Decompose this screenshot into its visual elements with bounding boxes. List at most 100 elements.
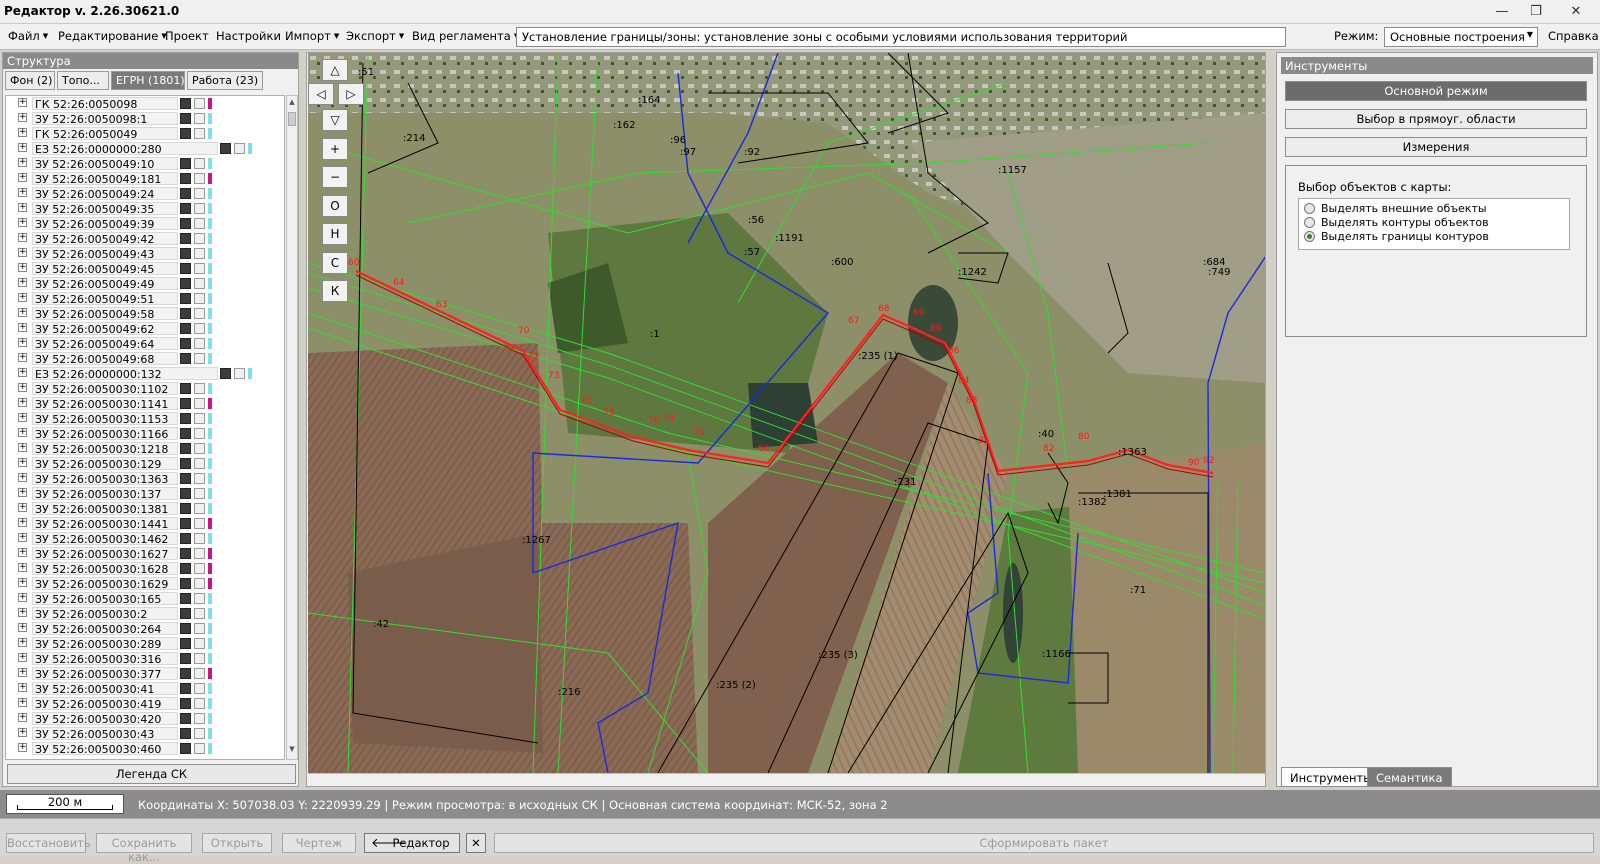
visibility-toggle[interactable] [194,203,205,214]
visibility-toggle[interactable] [194,563,205,574]
expand-icon[interactable]: + [18,503,27,512]
expand-icon[interactable]: + [18,608,27,617]
tree-item[interactable]: + ЗУ 52:26:0050030:264 [6,621,284,636]
visibility-toggle[interactable] [194,173,205,184]
radio-external-objects[interactable]: Выделять внешние объекты [1299,202,1569,216]
layer-fill-icon[interactable] [180,593,191,604]
layer-fill-icon[interactable] [180,503,191,514]
visibility-toggle[interactable] [194,278,205,289]
tree-item[interactable]: + ЗУ 52:26:0050030:1629 [6,576,284,591]
expand-icon[interactable]: + [18,188,27,197]
expand-icon[interactable]: + [18,473,27,482]
tree-item[interactable]: + ЗУ 52:26:0050030:1381 [6,501,284,516]
tree-item[interactable]: + ЗУ 52:26:0050030:1166 [6,426,284,441]
layer-fill-icon[interactable] [180,458,191,469]
drawing-button[interactable]: Чертеж [282,833,356,853]
scroll-down-icon[interactable]: ▼ [287,745,297,757]
close-editor-icon[interactable]: ✕ [466,833,486,853]
minimize-button[interactable]: — [1488,2,1516,22]
expand-icon[interactable]: + [18,218,27,227]
zoom-out-button[interactable]: − [322,166,348,188]
expand-icon[interactable]: + [18,203,27,212]
visibility-toggle[interactable] [194,668,205,679]
scroll-thumb[interactable] [288,112,296,126]
tree-item[interactable]: + ЗУ 52:26:0050030:2 [6,606,284,621]
layer-fill-icon[interactable] [180,743,191,754]
visibility-toggle[interactable] [194,113,205,124]
restore-button[interactable]: ❐ [1522,2,1550,22]
visibility-toggle[interactable] [194,488,205,499]
pan-down-button[interactable]: ▽ [322,109,348,131]
visibility-toggle[interactable] [194,728,205,739]
layer-fill-icon[interactable] [180,623,191,634]
tree-item[interactable]: + ЗУ 52:26:0050030:460 [6,741,284,756]
layer-fill-icon[interactable] [180,173,191,184]
tree-item[interactable]: + ЗУ 52:26:0050030:1628 [6,561,284,576]
visibility-toggle[interactable] [194,593,205,604]
open-button[interactable]: Открыть [202,833,272,853]
layer-fill-icon[interactable] [180,548,191,559]
expand-icon[interactable]: + [18,548,27,557]
layer-fill-icon[interactable] [180,278,191,289]
expand-icon[interactable]: + [18,158,27,167]
scroll-up-icon[interactable]: ▲ [287,98,297,110]
tree-item[interactable]: + ЗУ 52:26:0050030:137 [6,486,284,501]
layer-fill-icon[interactable] [180,563,191,574]
visibility-toggle[interactable] [194,473,205,484]
expand-icon[interactable]: + [18,308,27,317]
expand-icon[interactable]: + [18,293,27,302]
expand-icon[interactable]: + [18,653,27,662]
layer-fill-icon[interactable] [180,578,191,589]
layer-fill-icon[interactable] [180,668,191,679]
tree-item[interactable]: + ЗУ 52:26:0050049:181 [6,171,284,186]
layer-fill-icon[interactable] [180,638,191,649]
visibility-toggle[interactable] [194,458,205,469]
visibility-toggle[interactable] [194,548,205,559]
menu-regulation-type[interactable]: Вид регламента▼ [412,29,519,43]
expand-icon[interactable]: + [18,428,27,437]
expand-icon[interactable]: + [18,278,27,287]
tree-item[interactable]: + ЗУ 52:26:0050049:39 [6,216,284,231]
tab-topo[interactable]: Топо... [57,71,109,90]
visibility-toggle[interactable] [234,143,245,154]
tree-item[interactable]: + ЗУ 52:26:0050098:1 [6,111,284,126]
layer-fill-icon[interactable] [180,128,191,139]
tab-background[interactable]: Фон (2) [5,71,55,90]
expand-icon[interactable]: + [18,413,27,422]
pan-up-button[interactable]: △ [322,59,348,81]
expand-icon[interactable]: + [18,113,27,122]
tab-semantics[interactable]: Семантика [1367,767,1452,787]
expand-icon[interactable]: + [18,683,27,692]
visibility-toggle[interactable] [194,623,205,634]
layer-fill-icon[interactable] [220,368,231,379]
expand-icon[interactable]: + [18,98,27,107]
expand-icon[interactable]: + [18,638,27,647]
tree-item[interactable]: + ЗУ 52:26:0050030:420 [6,711,284,726]
expand-icon[interactable]: + [18,518,27,527]
layer-fill-icon[interactable] [180,653,191,664]
nav-h-button[interactable]: Н [322,223,348,245]
expand-icon[interactable]: + [18,233,27,242]
tree-item[interactable]: + ГК 52:26:0050049 [6,126,284,141]
expand-icon[interactable]: + [18,128,27,137]
visibility-toggle[interactable] [194,503,205,514]
layer-fill-icon[interactable] [180,218,191,229]
expand-icon[interactable]: + [18,563,27,572]
pan-right-button[interactable]: ▷ [338,83,364,105]
visibility-toggle[interactable] [234,368,245,379]
expand-icon[interactable]: + [18,743,27,752]
tree-item[interactable]: + ЗУ 52:26:0050049:35 [6,201,284,216]
layer-fill-icon[interactable] [180,518,191,529]
layer-fill-icon[interactable] [180,353,191,364]
visibility-toggle[interactable] [194,263,205,274]
expand-icon[interactable]: + [18,623,27,632]
expand-icon[interactable]: + [18,728,27,737]
radio-contour-borders[interactable]: Выделять границы контуров [1299,230,1569,244]
visibility-toggle[interactable] [194,188,205,199]
layer-fill-icon[interactable] [180,428,191,439]
expand-icon[interactable]: + [18,458,27,467]
map-horizontal-scrollbar[interactable] [308,773,1265,786]
visibility-toggle[interactable] [194,443,205,454]
zoom-in-button[interactable]: + [322,138,348,160]
visibility-toggle[interactable] [194,353,205,364]
